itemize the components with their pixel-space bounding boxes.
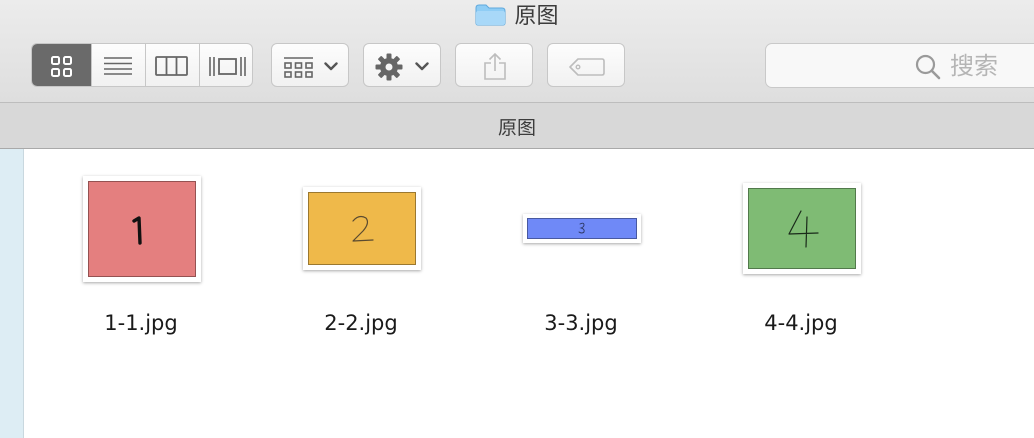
- view-mode-control: [31, 43, 253, 87]
- file-thumbnail: [523, 214, 641, 243]
- sidebar: [0, 149, 24, 438]
- file-thumbnail: [83, 176, 201, 282]
- cover-flow-icon: [209, 57, 246, 76]
- file-thumbnail: [743, 183, 861, 274]
- path-bar: 原图: [0, 102, 1034, 149]
- search-input[interactable]: 搜索: [950, 50, 998, 82]
- chevron-down-icon: [415, 62, 429, 71]
- action-button[interactable]: [363, 43, 441, 87]
- file-name: 3-3.jpg: [544, 311, 618, 335]
- handwritten-digit-1: [132, 216, 142, 245]
- window-title: 原图: [0, 3, 1034, 31]
- arrange-button[interactable]: [271, 43, 349, 87]
- column-view-icon: [155, 56, 188, 76]
- tag-icon: [569, 58, 605, 76]
- toolbar: 原图 搜索: [0, 0, 1034, 102]
- column-view-button[interactable]: [145, 44, 199, 86]
- search-icon: [915, 54, 941, 80]
- file-name: 1-1.jpg: [104, 311, 178, 335]
- grid-arrange-icon: [284, 57, 313, 78]
- list-view-button[interactable]: [91, 44, 145, 86]
- icon-view-button[interactable]: [32, 44, 91, 86]
- tag-button[interactable]: [547, 43, 625, 87]
- folder-icon: [475, 4, 506, 26]
- path-bar-label: 原图: [497, 117, 536, 139]
- cover-flow-view-button[interactable]: [199, 44, 254, 86]
- file-thumbnail: [303, 187, 421, 270]
- handwritten-digit-4: [788, 210, 819, 248]
- handwritten-digit-2: [352, 215, 374, 242]
- gear-icon: [375, 53, 403, 81]
- list-view-icon: [104, 57, 132, 75]
- icon-view-icon: [51, 56, 72, 77]
- file-name: 4-4.jpg: [764, 311, 838, 335]
- chevron-down-icon: [324, 62, 338, 71]
- share-button[interactable]: [455, 43, 533, 87]
- share-icon: [484, 52, 506, 80]
- handwritten-digit-3: [578, 222, 585, 234]
- window-title-text: 原图: [514, 4, 559, 29]
- file-name: 2-2.jpg: [324, 311, 398, 335]
